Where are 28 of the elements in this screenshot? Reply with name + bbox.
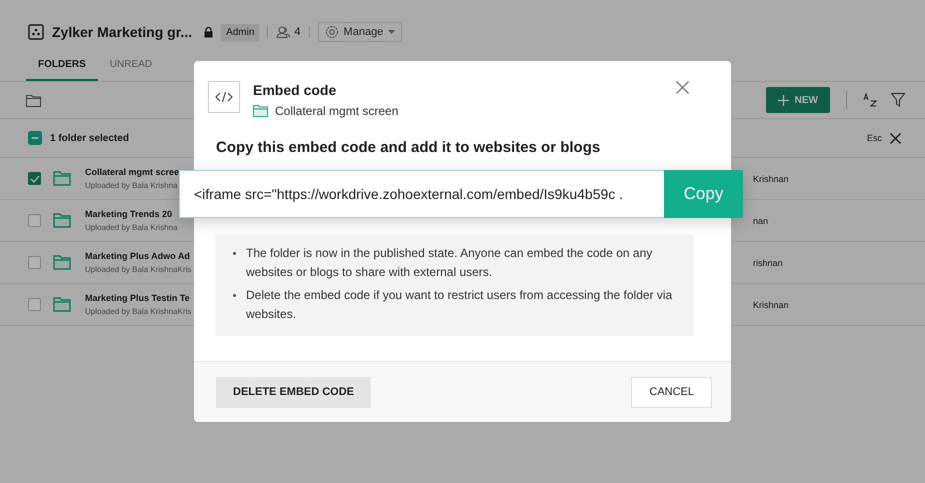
owner-name: Krishnan <box>752 174 790 184</box>
owner-name: rishnan <box>752 258 784 268</box>
owner-name: Krishnan <box>752 300 790 310</box>
info-note: The folder is now in the published state. Anyone can embed the code on any websites or blogs to share with external users. <box>246 245 654 281</box>
workspace-title: Zylker Marketing gr... <box>52 24 192 40</box>
folder-name[interactable]: Marketing Trends 20 <box>85 209 178 219</box>
dialog-heading: Copy this embed code and add it to websites or blogs <box>216 139 602 156</box>
folder-name[interactable]: Marketing Plus Testin Te <box>85 293 192 303</box>
upload-info: Uploaded by Bala KrishnaKris <box>85 307 192 316</box>
role-badge: Admin <box>221 24 260 40</box>
folder-name[interactable]: Marketing Plus Adwo Ad <box>85 251 192 261</box>
delete-embed-code-button[interactable]: DELETE EMBED CODE <box>216 376 372 408</box>
upload-info: Uploaded by Bala KrishnaKris <box>85 265 192 274</box>
embed-code-field[interactable]: <iframe src="https://workdrive.zohoexternal.com/embed/Is9ku4b59c . <box>179 170 664 218</box>
upload-info: Uploaded by Bala Krishna <box>85 223 178 232</box>
tab[interactable]: FOLDERS <box>26 53 98 81</box>
dialog-title: Embed code <box>253 82 338 98</box>
esc-label: Esc <box>866 133 882 143</box>
upload-info: Uploaded by Bala Krishna <box>85 181 179 190</box>
owner-name: nan <box>752 216 770 226</box>
manage-button[interactable]: Manage <box>318 22 402 42</box>
info-note: Delete the embed code if you want to restrict users from accessing the folder via websites. <box>246 287 674 323</box>
member-count: 4 <box>294 26 301 38</box>
new-button[interactable]: NEW <box>766 87 830 113</box>
selection-count: 1 folder selected <box>50 132 129 144</box>
folder-name[interactable]: Collateral mgmt scree <box>85 167 180 177</box>
folder-name: Collateral mgmt screen <box>275 104 398 118</box>
cancel-button[interactable]: CANCEL <box>631 376 712 408</box>
